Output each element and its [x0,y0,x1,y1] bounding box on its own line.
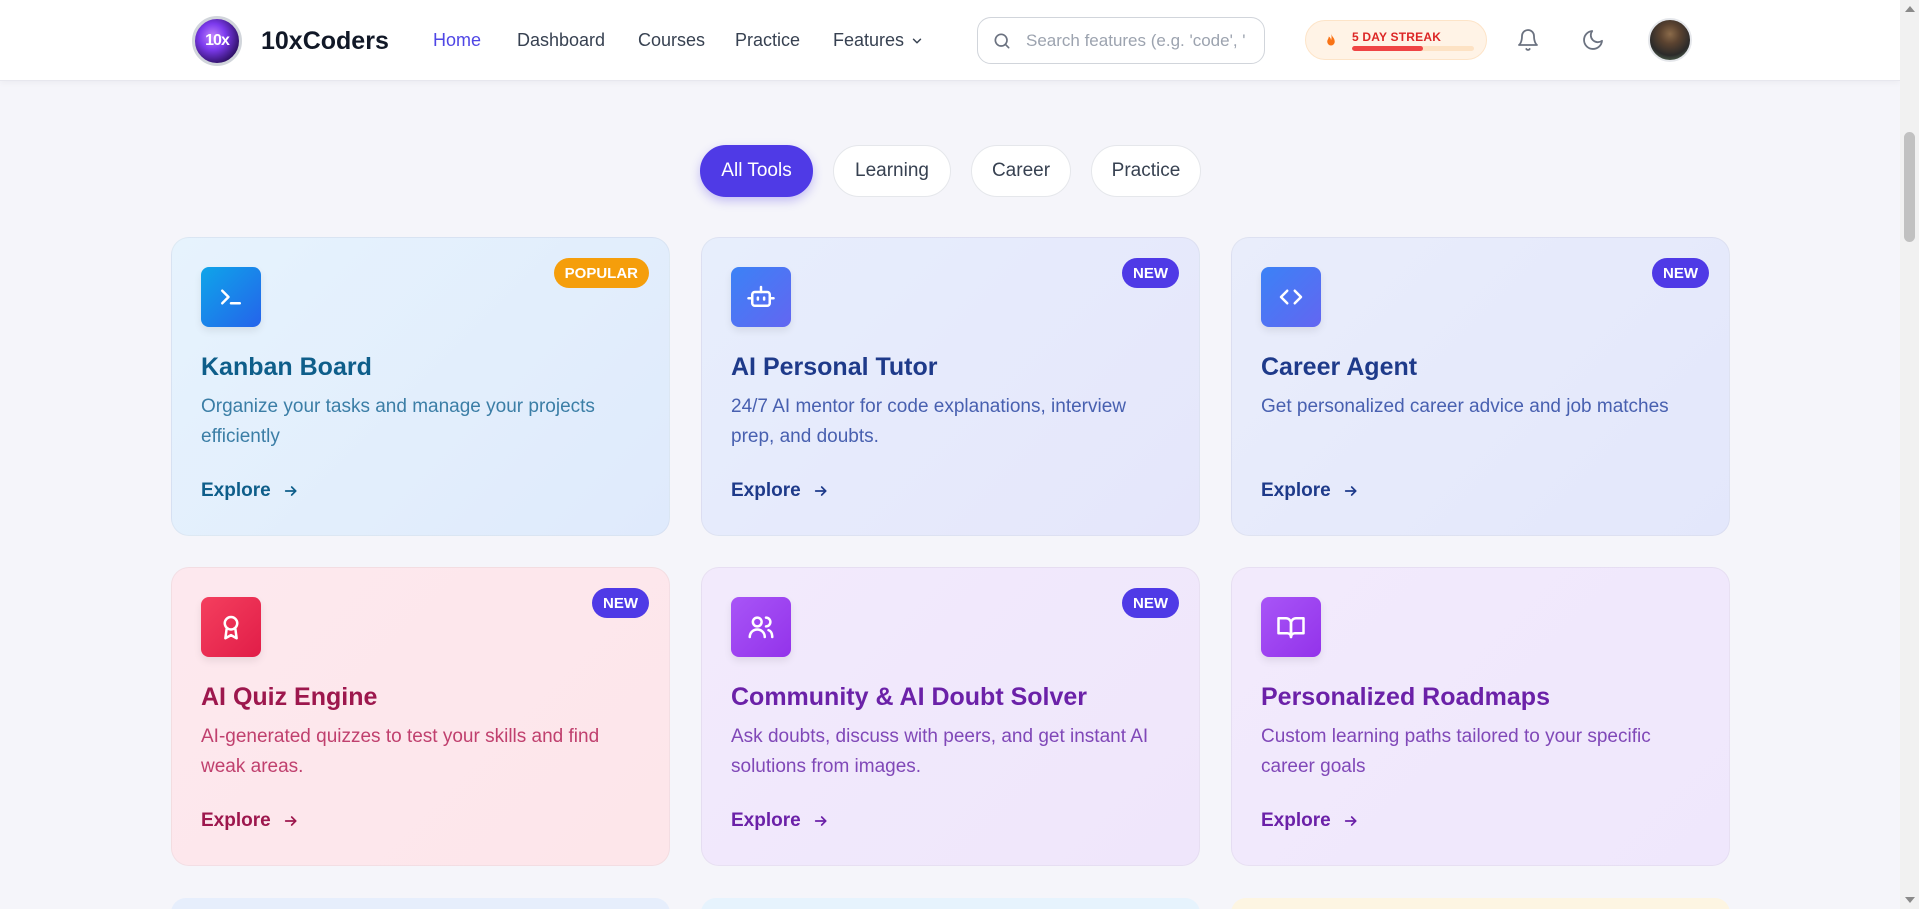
card-icon-box [1261,597,1321,657]
arrow-right-icon [284,816,297,826]
new-badge: NEW [1652,258,1709,288]
card-description: Organize your tasks and manage your proj… [201,396,595,447]
card-icon-box [1261,267,1321,327]
card-title: Community & AI Doubt Solver [731,683,1088,711]
robot-icon [747,285,775,307]
explore-link[interactable]: Explore [201,810,299,832]
book-open-icon [1277,617,1305,639]
user-avatar[interactable] [1648,18,1692,62]
top-navbar: 10x 10xCoders Home Dashboard Courses Pra… [0,0,1900,81]
arrow-right-icon [284,486,297,496]
explore-label: Explore [201,480,271,501]
card-description: AI-generated quizzes to test your skills… [201,726,600,777]
arrow-right-icon [814,816,827,826]
nav-practice[interactable]: Practice [735,30,800,51]
chevron-down-icon [912,38,922,43]
scroll-up-arrow[interactable] [1905,6,1915,12]
explore-label: Explore [1261,810,1331,831]
search-icon [994,33,1010,49]
card-description: Get personalized career advice and job m… [1261,396,1669,417]
streak-progress-fill [1352,46,1423,51]
new-badge: NEW [1122,588,1179,618]
tool-card-community-doubt-solver[interactable]: NEW Community & AI Doubt Solver Ask doub… [701,567,1200,866]
explore-link[interactable]: Explore [1261,480,1359,502]
card-description: Custom learning paths tailored to your s… [1261,726,1651,777]
explore-link[interactable]: Explore [201,480,299,502]
tool-card-personalized-roadmaps[interactable]: Personalized Roadmaps Custom learning pa… [1231,567,1730,866]
search-box[interactable] [977,17,1265,64]
explore-label: Explore [201,810,271,831]
popular-badge: POPULAR [553,258,649,288]
card-description: 24/7 AI mentor for code explanations, in… [731,396,1127,447]
filter-career[interactable]: Career [971,145,1071,197]
nav-features-label: Features [833,30,905,50]
tool-card-partial[interactable] [1231,898,1730,909]
new-badge: NEW [1122,258,1179,288]
arrow-right-icon [1344,486,1357,496]
users-icon [748,616,774,639]
notifications-button[interactable] [1514,26,1542,54]
card-icon-box [731,597,791,657]
brand-name[interactable]: 10xCoders [261,27,389,56]
explore-label: Explore [731,480,801,501]
tool-card-partial[interactable] [701,898,1200,909]
theme-toggle-button[interactable] [1579,26,1607,54]
scrollbar-thumb[interactable] [1904,132,1915,242]
tool-card-kanban-board[interactable]: POPULAR Kanban Board Organize your tasks… [171,237,670,536]
award-icon [223,615,239,640]
arrow-right-icon [814,486,827,496]
page-scrollbar[interactable] [1900,0,1919,909]
filter-all-tools[interactable]: All Tools [700,145,813,197]
explore-label: Explore [1261,480,1331,501]
card-title: Kanban Board [201,353,372,381]
card-title: AI Personal Tutor [731,353,938,381]
brand-logo[interactable]: 10x [192,16,242,66]
card-title: Personalized Roadmaps [1261,683,1550,711]
explore-label: Explore [731,810,801,831]
streak-badge[interactable]: 5 DAY STREAK [1305,20,1487,60]
card-title: AI Quiz Engine [201,683,378,711]
streak-progress-bar [1352,46,1474,51]
flame-icon [1327,33,1335,46]
nav-dashboard[interactable]: Dashboard [517,30,605,51]
nav-home[interactable]: Home [433,30,481,51]
tool-card-partial[interactable] [171,898,670,909]
terminal-icon [221,289,241,305]
streak-label: 5 DAY STREAK [1352,30,1442,44]
card-icon-box [201,267,261,327]
card-icon-box [731,267,791,327]
filter-practice[interactable]: Practice [1091,145,1201,197]
explore-link[interactable]: Explore [1261,810,1359,832]
scroll-down-arrow[interactable] [1905,897,1915,903]
arrow-right-icon [1344,816,1357,826]
explore-link[interactable]: Explore [731,810,829,832]
tool-card-ai-quiz-engine[interactable]: NEW AI Quiz Engine AI-generated quizzes … [171,567,670,866]
filter-learning[interactable]: Learning [833,145,951,197]
tool-card-ai-personal-tutor[interactable]: NEW AI Personal Tutor 24/7 AI mentor for… [701,237,1200,536]
explore-link[interactable]: Explore [731,480,829,502]
card-icon-box [201,597,261,657]
card-description: Ask doubts, discuss with peers, and get … [731,726,1149,777]
bell-icon [1518,29,1538,51]
nav-courses[interactable]: Courses [638,30,705,51]
code-icon [1279,289,1303,305]
card-title: Career Agent [1261,353,1418,381]
moon-icon [1583,30,1603,50]
new-badge: NEW [592,588,649,618]
nav-features-dropdown[interactable]: Features [833,30,924,51]
brand-logo-text: 10x [205,32,230,49]
tool-card-career-agent[interactable]: NEW Career Agent Get personalized career… [1231,237,1730,536]
search-input[interactable] [1026,30,1246,51]
